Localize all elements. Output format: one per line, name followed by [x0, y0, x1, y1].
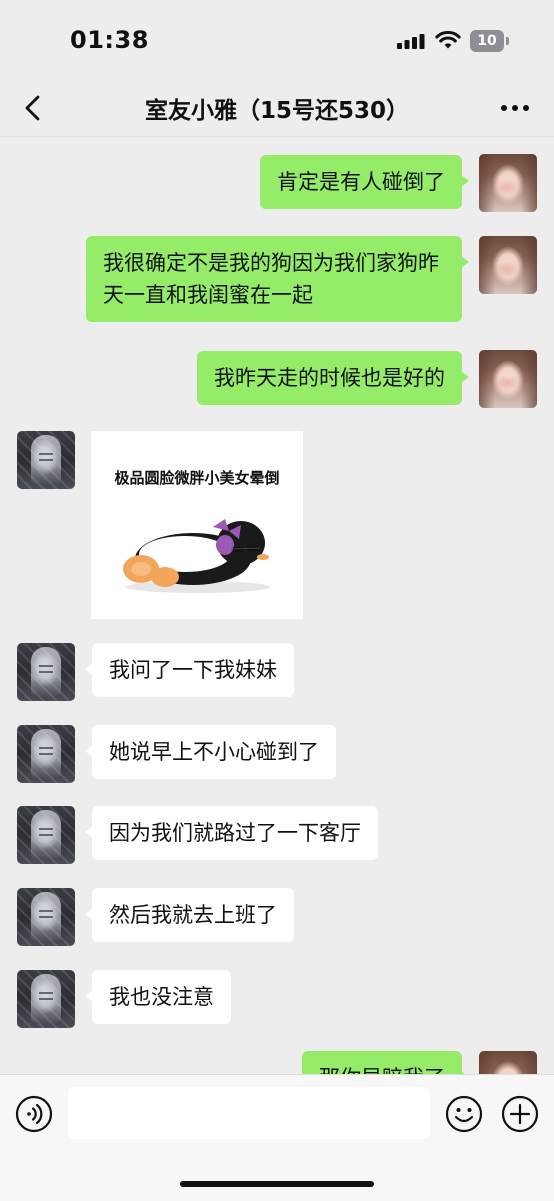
my-avatar[interactable] — [479, 350, 537, 408]
plus-icon[interactable] — [501, 1095, 539, 1133]
emoji-icon[interactable] — [445, 1095, 483, 1133]
message-input[interactable] — [68, 1087, 430, 1139]
status-bar: 01:38 10 — [0, 0, 554, 80]
my-avatar[interactable] — [479, 154, 537, 212]
sticker-message[interactable]: 极品圆脸微胖小美女晕倒 — [91, 431, 303, 619]
fainted-penguin-sticker-icon — [123, 519, 270, 593]
contact-avatar[interactable] — [17, 725, 75, 783]
contact-avatar[interactable] — [17, 431, 75, 489]
message-bubble-sent[interactable]: 我很确定不是我的狗因为我们家狗昨天一直和我闺蜜在一起 — [86, 236, 469, 322]
wifi-icon — [435, 30, 461, 49]
message-bubble-received[interactable]: 因为我们就路过了一下客厅 — [85, 806, 378, 860]
message-bubble-received[interactable]: 她说早上不小心碰到了 — [85, 725, 336, 779]
my-avatar[interactable] — [479, 236, 537, 294]
input-bar — [0, 1074, 554, 1201]
message-bubble-received[interactable]: 我问了一下我妹妹 — [85, 643, 294, 697]
message-bubble-sent[interactable]: 肯定是有人碰倒了 — [260, 155, 469, 209]
cellular-signal-icon — [397, 34, 425, 49]
chat-title[interactable]: 室友小雅（15号还530） — [0, 91, 554, 125]
battery-level: 10 — [470, 30, 504, 52]
message-bubble-sent[interactable]: 我昨天走的时候也是好的 — [197, 351, 469, 405]
message-bubble-received[interactable]: 我也没注意 — [85, 970, 231, 1024]
status-time: 01:38 — [70, 26, 149, 54]
contact-avatar[interactable] — [17, 970, 75, 1028]
home-indicator — [180, 1181, 374, 1187]
chat-header: 室友小雅（15号还530） — [0, 80, 554, 137]
contact-avatar[interactable] — [17, 643, 75, 701]
contact-avatar[interactable] — [17, 806, 75, 864]
ellipsis-icon[interactable] — [498, 94, 532, 122]
contact-avatar[interactable] — [17, 888, 75, 946]
battery-icon: 10 — [470, 30, 510, 52]
message-bubble-received[interactable]: 然后我就去上班了 — [85, 888, 294, 942]
sticker-caption: 极品圆脸微胖小美女晕倒 — [114, 469, 280, 487]
voice-icon[interactable] — [15, 1095, 53, 1133]
